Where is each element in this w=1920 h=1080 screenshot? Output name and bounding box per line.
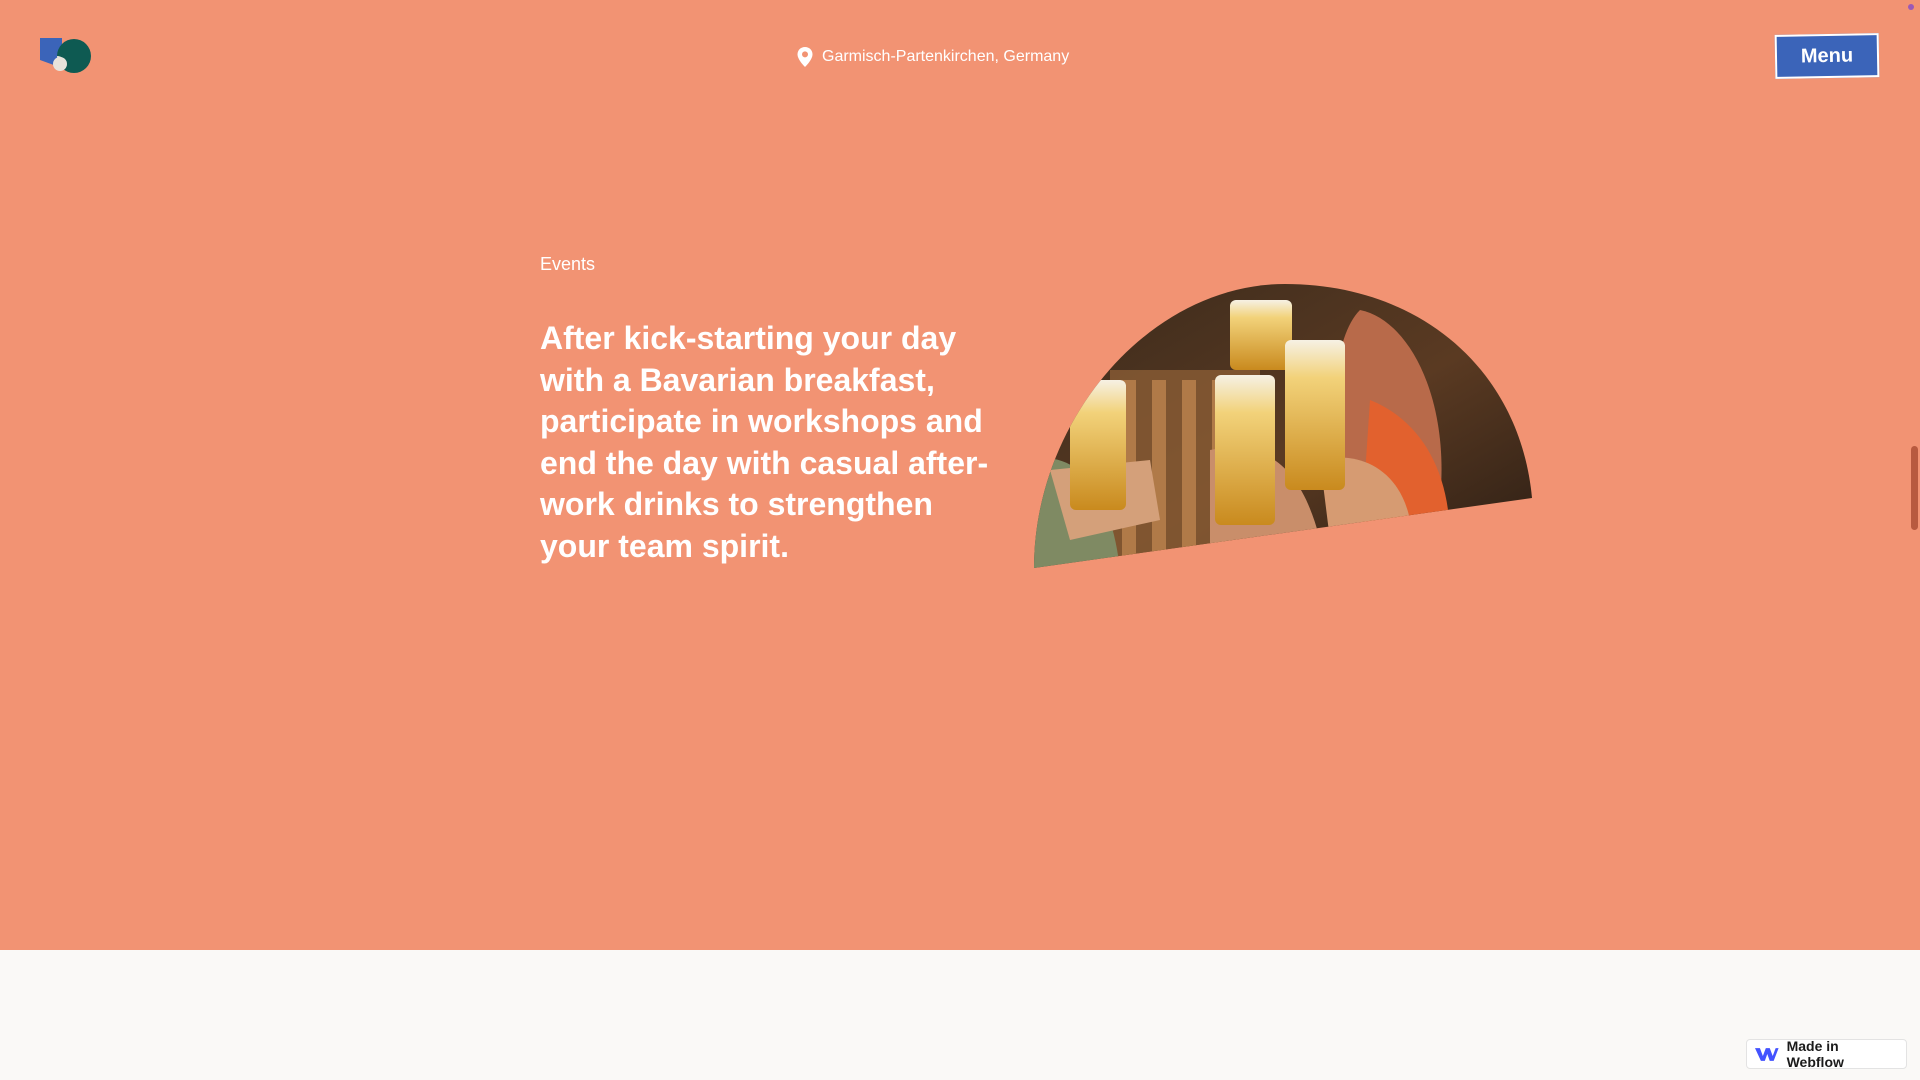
- made-in-webflow-badge[interactable]: Made in Webflow: [1746, 1038, 1907, 1070]
- webflow-badge-label: Made in Webflow: [1786, 1038, 1844, 1070]
- section-lead-text: After kick-starting your day with a Bava…: [540, 320, 989, 564]
- map-pin-icon: [797, 47, 813, 67]
- menu-button[interactable]: Menu: [1774, 33, 1880, 79]
- corner-indicator: [1908, 4, 1914, 10]
- webflow-logo-icon: [1755, 1047, 1779, 1061]
- location-text: Garmisch-Partenkirchen, Germany: [822, 48, 1070, 65]
- people-toasting-beer-photo: [1034, 284, 1532, 568]
- scrollbar-thumb[interactable]: [1911, 446, 1918, 530]
- location: Garmisch-Partenkirchen, Germany: [796, 46, 1069, 68]
- brand-logo-icon[interactable]: [40, 38, 92, 74]
- hero-section: Garmisch-Partenkirchen, Germany Menu Eve…: [0, 0, 1920, 950]
- section-label: Events: [540, 254, 596, 274]
